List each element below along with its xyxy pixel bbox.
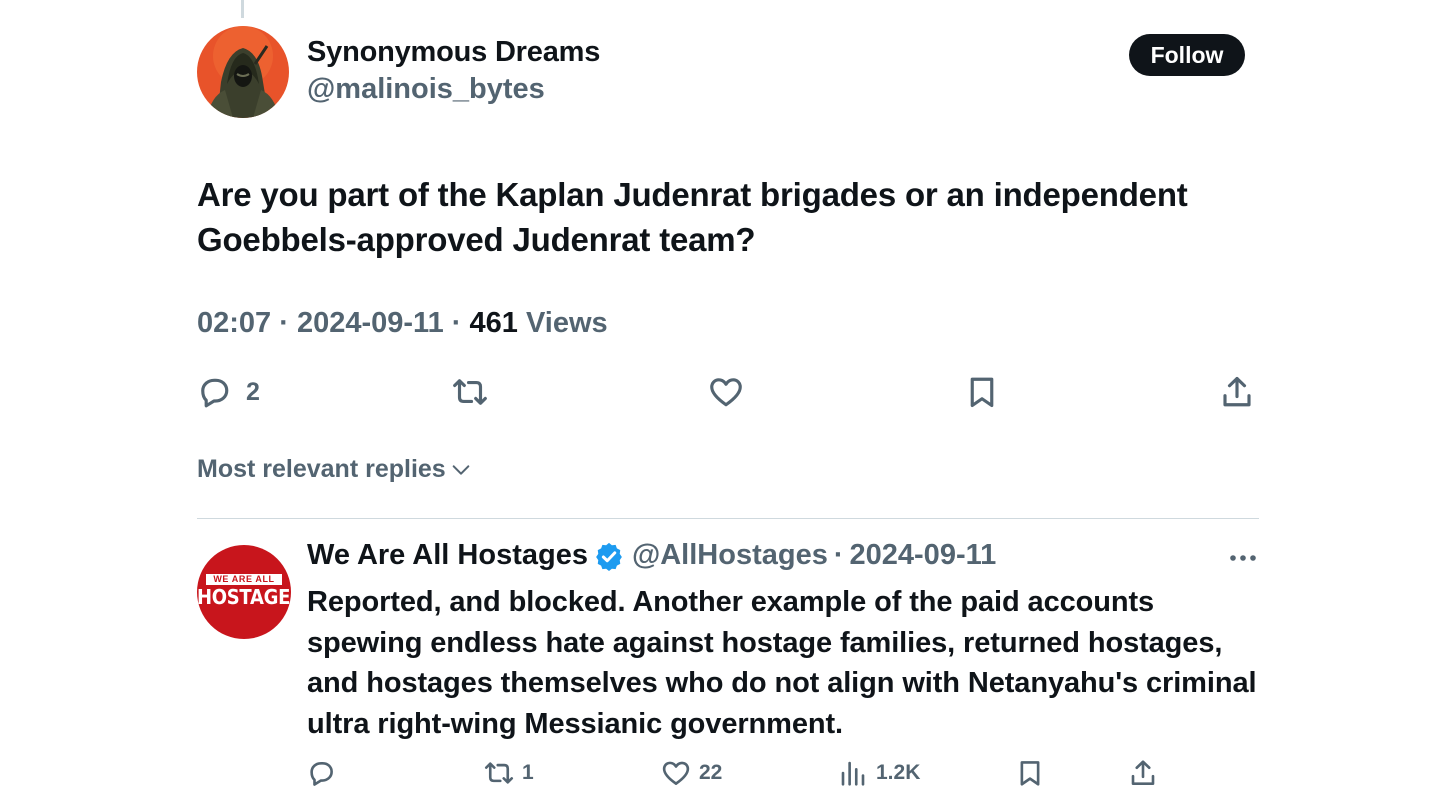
reply-reply-button[interactable] <box>306 758 336 788</box>
retweet-button[interactable] <box>452 374 488 410</box>
views-label: Views <box>525 307 608 339</box>
reply-separator: · <box>833 539 844 571</box>
chevron-down-icon <box>452 464 470 475</box>
reply-author-handle[interactable]: @AllHostages <box>632 539 828 572</box>
retweet-icon <box>453 379 487 405</box>
share-icon <box>1223 376 1251 407</box>
follow-button[interactable]: Follow <box>1129 34 1245 76</box>
reply-retweet-count: 1 <box>522 761 534 784</box>
reply-button[interactable]: 2 <box>196 374 260 410</box>
reply-author-name[interactable]: We Are All Hostages <box>307 539 588 572</box>
heart-icon <box>710 378 742 407</box>
tweet-time[interactable]: 02:07 <box>197 307 271 339</box>
verified-badge-icon[interactable] <box>594 541 624 571</box>
reply-like-button[interactable]: 22 <box>661 758 722 788</box>
speech-bubble-icon <box>310 761 333 786</box>
reply-count: 2 <box>246 377 260 406</box>
replies-sort-label: Most relevant replies <box>197 455 446 483</box>
like-button[interactable] <box>708 374 744 410</box>
avatar-logo-top: WE ARE ALL <box>206 574 282 585</box>
author-avatar[interactable] <box>197 26 289 118</box>
reply-header: We Are All Hostages @AllHostages · 2024-… <box>307 539 996 572</box>
bookmark-button[interactable] <box>964 374 1000 410</box>
avatar-logo-bottom: HOSTAGES <box>197 585 291 610</box>
reply-text: Reported, and blocked. Another example o… <box>307 586 1257 740</box>
reply-bookmark-button[interactable] <box>1015 758 1045 788</box>
reply-retweet-button[interactable]: 1 <box>484 758 534 788</box>
ellipsis-icon[interactable] <box>1228 548 1260 568</box>
share-icon <box>1131 760 1155 785</box>
tweet-text: Are you part of the Kaplan Judenrat brig… <box>197 176 1188 258</box>
thread-line <box>241 0 244 18</box>
reply-date[interactable]: 2024-09-11 <box>850 539 997 572</box>
speech-bubble-icon <box>201 378 229 408</box>
bookmark-icon <box>970 377 994 408</box>
replies-sort-dropdown[interactable]: Most relevant replies <box>197 455 472 484</box>
divider <box>197 518 1259 519</box>
bookmark-icon <box>1020 761 1040 786</box>
author-handle[interactable]: @malinois_bytes <box>307 73 545 106</box>
reply-views-button[interactable]: 1.2K <box>838 758 920 788</box>
tweet-metadata: 02:07 · 2024-09-11 · 461 Views <box>197 307 608 340</box>
reply-avatar[interactable]: WE ARE ALL HOSTAGES <box>197 545 291 639</box>
views-count: 461 <box>469 307 518 339</box>
reply-views-count: 1.2K <box>876 761 921 784</box>
reply-like-count: 22 <box>699 761 723 784</box>
share-button[interactable] <box>1219 374 1255 410</box>
retweet-icon <box>484 762 514 784</box>
meta-separator: · <box>279 307 289 339</box>
heart-icon <box>662 761 690 785</box>
reply-share-button[interactable] <box>1128 758 1158 788</box>
meta-separator: · <box>451 307 462 339</box>
author-name[interactable]: Synonymous Dreams <box>307 36 600 69</box>
bar-chart-icon <box>841 761 865 786</box>
tweet-date[interactable]: 2024-09-11 <box>297 307 444 339</box>
